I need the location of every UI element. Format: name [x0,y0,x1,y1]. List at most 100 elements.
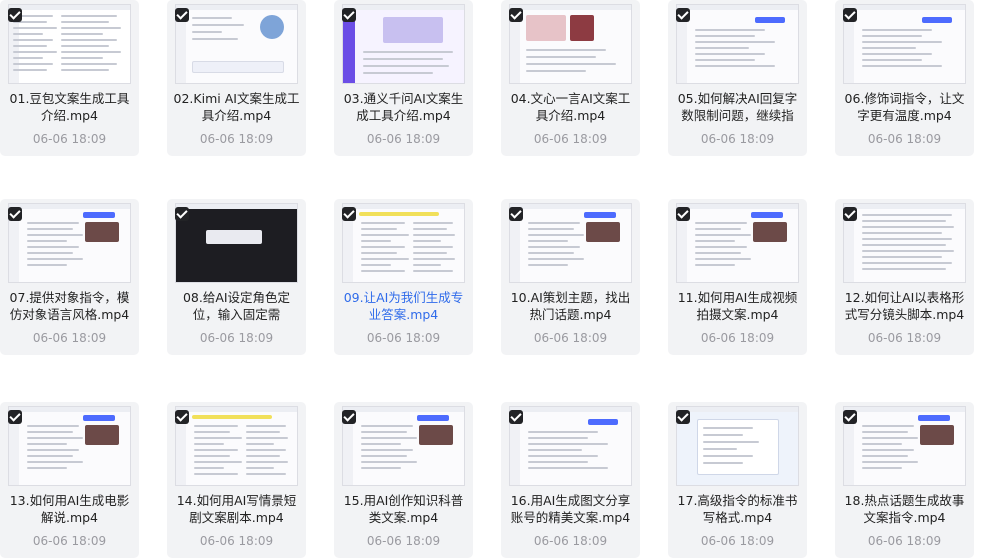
video-thumbnail[interactable] [843,203,966,283]
thumb-user-bubble [584,212,616,218]
video-thumbnail[interactable] [8,406,131,486]
file-card[interactable]: 10.AI策划主题，找出热门话题.mp4 06-06 18:09 [501,199,640,355]
video-thumbnail[interactable] [843,4,966,84]
file-card[interactable]: 01.豆包文案生成工具介绍.mp4 06-06 18:09 [0,0,139,156]
thumb-text-line [413,258,455,260]
select-checkbox[interactable] [175,410,189,424]
thumb-text-line [13,69,47,71]
file-name[interactable]: 14.如何用AI写情景短剧文案剧本.mp4 [171,492,302,526]
file-date: 06-06 18:09 [199,534,274,548]
file-name[interactable]: 05.如何解决AI回复字数限制问题，继续指令.... [672,90,803,124]
file-name[interactable]: 09.让AI为我们生成专业答案.mp4 [338,289,469,323]
video-thumbnail[interactable] [175,406,298,486]
file-name[interactable]: 10.AI策划主题，找出热门话题.mp4 [505,289,636,323]
thumb-text-line [413,240,441,242]
thumb-text-line [528,455,598,457]
video-thumbnail[interactable] [676,203,799,283]
thumb-text-line [361,246,405,248]
thumb-text-line [695,240,735,242]
file-card[interactable]: 12.如何让AI以表格形式写分镜头脚本.mp4 06-06 18:09 [835,199,974,355]
video-thumbnail[interactable] [509,406,632,486]
file-name[interactable]: 16.用AI生成图文分享账号的精美文案.mp4 [505,492,636,526]
file-name[interactable]: 13.如何用AI生成电影解说.mp4 [4,492,135,526]
file-name[interactable]: 07.提供对象指令，模仿对象语言风格.mp4 [4,289,135,323]
video-thumbnail[interactable] [175,203,298,283]
video-thumbnail[interactable] [8,203,131,283]
thumb-text-line [695,234,751,236]
video-thumbnail[interactable] [342,406,465,486]
video-thumbnail[interactable] [676,406,799,486]
file-card[interactable]: 18.热点话题生成故事文案指令.mp4 06-06 18:09 [835,402,974,558]
video-thumbnail[interactable] [676,4,799,84]
thumb-text-line [862,29,932,31]
video-thumbnail[interactable] [8,4,131,84]
thumb-text-line [361,222,405,224]
file-date: 06-06 18:09 [867,534,942,548]
select-checkbox[interactable] [8,410,22,424]
select-checkbox[interactable] [342,8,356,22]
file-name[interactable]: 12.如何让AI以表格形式写分镜头脚本.mp4 [839,289,970,323]
file-card[interactable]: 07.提供对象指令，模仿对象语言风格.mp4 06-06 18:09 [0,199,139,355]
thumb-text-line [194,449,238,451]
select-checkbox[interactable] [676,8,690,22]
video-thumbnail[interactable] [509,4,632,84]
select-checkbox[interactable] [342,207,356,221]
video-thumbnail[interactable] [843,406,966,486]
file-name[interactable]: 17.高级指令的标准书写格式.mp4 [672,492,803,526]
thumb-text-line [27,264,67,266]
select-checkbox[interactable] [175,207,189,221]
thumb-text-line [363,51,453,53]
select-checkbox[interactable] [342,410,356,424]
select-checkbox[interactable] [509,410,523,424]
video-thumbnail[interactable] [342,4,465,84]
video-thumbnail[interactable] [509,203,632,283]
file-name[interactable]: 06.修饰词指令，让文字更有温度.mp4 [839,90,970,124]
select-checkbox[interactable] [676,410,690,424]
video-thumbnail[interactable] [175,4,298,84]
file-name[interactable]: 15.用AI创作知识科普类文案.mp4 [338,492,469,526]
file-card[interactable]: 06.修饰词指令，让文字更有温度.mp4 06-06 18:09 [835,0,974,156]
file-name[interactable]: 02.Kimi AI文案生成工具介绍.mp4 [171,90,302,124]
file-card[interactable]: 17.高级指令的标准书写格式.mp4 06-06 18:09 [668,402,807,558]
file-card[interactable]: 03.通义千问AI文案生成工具介绍.mp4 06-06 18:09 [334,0,473,156]
video-thumbnail[interactable] [342,203,465,283]
file-card[interactable]: 14.如何用AI写情景短剧文案剧本.mp4 06-06 18:09 [167,402,306,558]
file-card[interactable]: 13.如何用AI生成电影解说.mp4 06-06 18:09 [0,402,139,558]
thumb-text-line [27,425,79,427]
thumb-text-line [862,431,908,433]
file-name[interactable]: 03.通义千问AI文案生成工具介绍.mp4 [338,90,469,124]
select-checkbox[interactable] [8,207,22,221]
file-card[interactable]: 11.如何用AI生成视频拍摄文案.mp4 06-06 18:09 [668,199,807,355]
thumb-text-line [695,264,735,266]
select-checkbox[interactable] [843,410,857,424]
select-checkbox[interactable] [509,207,523,221]
thumb-text-line [192,31,222,33]
select-checkbox[interactable] [8,8,22,22]
thumb-text-line [13,45,47,47]
file-card[interactable]: 02.Kimi AI文案生成工具介绍.mp4 06-06 18:09 [167,0,306,156]
thumb-text-line [703,434,743,436]
thumb-text-line [526,56,596,58]
select-checkbox[interactable] [843,207,857,221]
file-name[interactable]: 18.热点话题生成故事文案指令.mp4 [839,492,970,526]
file-date: 06-06 18:09 [32,132,107,146]
file-card[interactable]: 15.用AI创作知识科普类文案.mp4 06-06 18:09 [334,402,473,558]
thumb-text-line [528,431,598,433]
thumb-text-line [363,65,449,67]
file-name[interactable]: 08.给AI设定角色定位，输入固定需求.mp4 [171,289,302,323]
select-checkbox[interactable] [175,8,189,22]
file-name[interactable]: 11.如何用AI生成视频拍摄文案.mp4 [672,289,803,323]
select-checkbox[interactable] [843,8,857,22]
select-checkbox[interactable] [676,207,690,221]
file-date: 06-06 18:09 [366,331,441,345]
file-name[interactable]: 01.豆包文案生成工具介绍.mp4 [4,90,135,124]
file-name[interactable]: 04.文心一言AI文案工具介绍.mp4 [505,90,636,124]
select-checkbox[interactable] [509,8,523,22]
thumb-text-line [246,461,288,463]
file-card[interactable]: 09.让AI为我们生成专业答案.mp4 06-06 18:09 [334,199,473,355]
file-date: 06-06 18:09 [32,331,107,345]
file-card[interactable]: 05.如何解决AI回复字数限制问题，继续指令.... 06-06 18:09 [668,0,807,156]
file-card[interactable]: 04.文心一言AI文案工具介绍.mp4 06-06 18:09 [501,0,640,156]
file-card[interactable]: 08.给AI设定角色定位，输入固定需求.mp4 06-06 18:09 [167,199,306,355]
file-card[interactable]: 16.用AI生成图文分享账号的精美文案.mp4 06-06 18:09 [501,402,640,558]
